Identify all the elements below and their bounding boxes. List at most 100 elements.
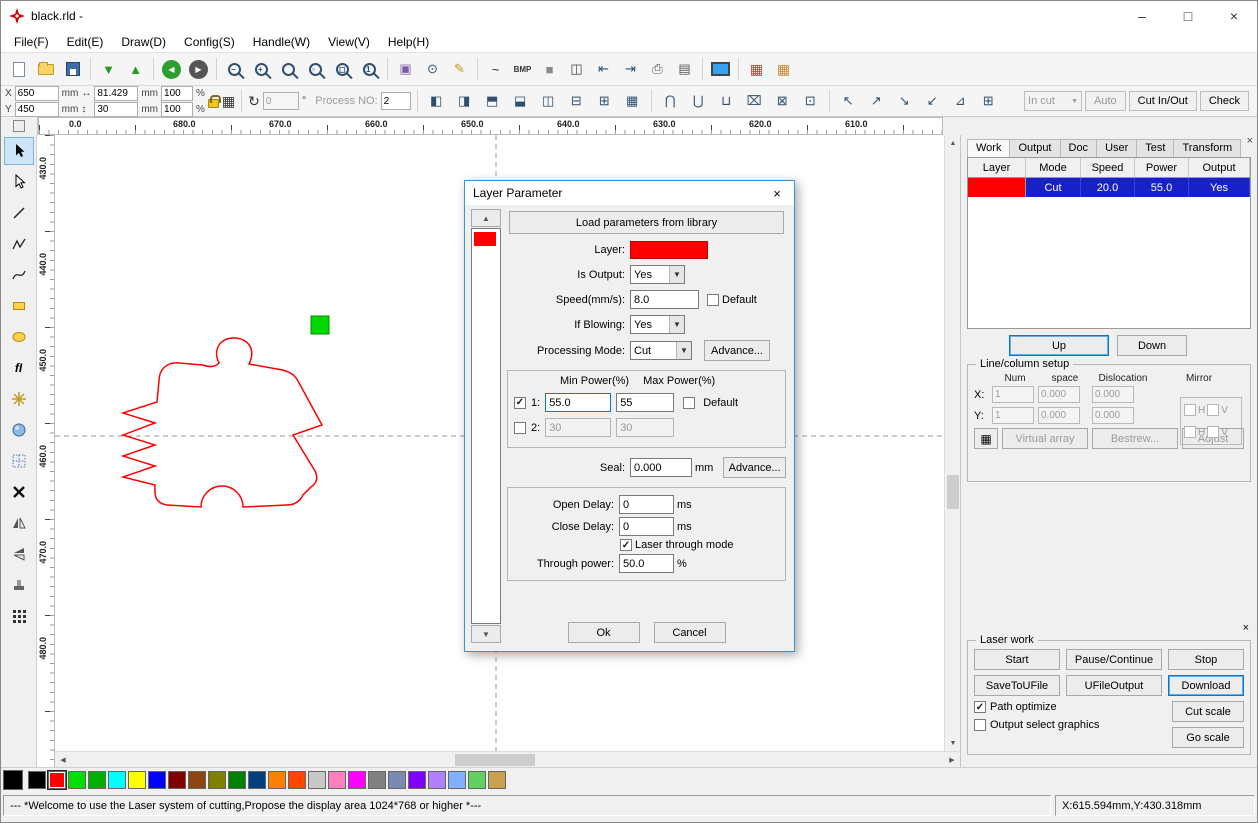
tab-transform[interactable]: Transform: [1173, 139, 1241, 157]
ellipse-tool-button[interactable]: [5, 324, 33, 350]
menu-draw[interactable]: Draw(D): [112, 35, 175, 49]
polyline-tool-button[interactable]: [5, 231, 33, 257]
palette-swatch[interactable]: [88, 771, 106, 789]
layer-color-swatch[interactable]: [968, 178, 1026, 197]
align-top-button[interactable]: ⬒: [480, 89, 505, 114]
save-button[interactable]: [60, 57, 85, 82]
palette-swatch[interactable]: [208, 771, 226, 789]
curve-tool-button[interactable]: ~: [483, 57, 508, 82]
path-optimize-checkbox[interactable]: ✓: [974, 701, 986, 713]
cut-in-out-button[interactable]: Cut In/Out: [1129, 91, 1197, 111]
palette-swatch[interactable]: [368, 771, 386, 789]
palette-swatch[interactable]: [388, 771, 406, 789]
output-select-checkbox[interactable]: [974, 719, 986, 731]
auto-button[interactable]: Auto: [1085, 91, 1126, 111]
direction-down-left-button[interactable]: ↙: [920, 89, 945, 114]
ufile-output-button[interactable]: UFileOutput: [1066, 675, 1162, 696]
palette-swatch-selected[interactable]: [48, 771, 66, 789]
line-tool-button[interactable]: [5, 200, 33, 226]
layer-down-button[interactable]: Down: [1117, 335, 1187, 356]
max-power-1-field[interactable]: [616, 393, 674, 412]
tab-doc[interactable]: Doc: [1060, 139, 1098, 157]
palette-swatch[interactable]: [308, 771, 326, 789]
height-field[interactable]: [94, 102, 138, 117]
palette-swatch[interactable]: [248, 771, 266, 789]
layer-output-cell[interactable]: Yes: [1189, 178, 1250, 197]
mirror-x-v-checkbox[interactable]: [1207, 404, 1219, 416]
horizontal-scroll-thumb[interactable]: [455, 754, 535, 766]
break-button[interactable]: ⊡: [798, 89, 823, 114]
rectangle-tool-button[interactable]: [5, 293, 33, 319]
maximize-button[interactable]: □: [1165, 1, 1211, 31]
measure-left-button[interactable]: ⇤: [591, 57, 616, 82]
layer-list-up-button[interactable]: ▲: [471, 209, 501, 227]
load-parameters-button[interactable]: Load parameters from library: [509, 211, 784, 234]
fill-tool-button[interactable]: ■: [537, 57, 562, 82]
new-file-button[interactable]: [6, 57, 31, 82]
scale-x-field[interactable]: [161, 86, 193, 101]
process-no-field[interactable]: [381, 92, 411, 110]
palette-swatch[interactable]: [268, 771, 286, 789]
max-power-2-field[interactable]: [616, 418, 674, 437]
distribute-v-button[interactable]: ▦: [620, 89, 645, 114]
x-position-field[interactable]: [15, 86, 59, 101]
layer-list[interactable]: [471, 228, 501, 624]
dialog-close-icon[interactable]: ×: [760, 181, 794, 205]
array-setup-button[interactable]: ▦: [974, 428, 998, 449]
mirror-y-h-checkbox[interactable]: [1184, 426, 1196, 438]
processing-mode-combo[interactable]: Cut ▼: [630, 341, 692, 360]
y-position-field[interactable]: [15, 102, 59, 117]
zoom-in-button[interactable]: +: [249, 57, 274, 82]
aspect-lock-icon[interactable]: [208, 99, 219, 108]
width-field[interactable]: [94, 86, 138, 101]
minimize-button[interactable]: –: [1119, 1, 1165, 31]
virtual-array-button[interactable]: Virtual array: [1002, 428, 1088, 449]
scroll-left-icon[interactable]: ◀: [55, 752, 71, 768]
go-scale-button[interactable]: Go scale: [1172, 727, 1244, 748]
delete-tool-button[interactable]: [5, 479, 33, 505]
layer-speed-cell[interactable]: 20.0: [1081, 178, 1135, 197]
direction-up-right-button[interactable]: ↗: [864, 89, 889, 114]
rotate-angle-field[interactable]: [263, 92, 299, 110]
panel-close-icon[interactable]: ×: [1247, 135, 1253, 147]
speed-default-checkbox[interactable]: [707, 294, 719, 306]
power-row1-checkbox[interactable]: ✓: [514, 397, 526, 409]
start-button[interactable]: Start: [974, 649, 1060, 670]
y-dislocation-field[interactable]: [1092, 407, 1134, 424]
menu-file[interactable]: File(F): [5, 35, 58, 49]
primary-color-swatch[interactable]: [3, 770, 23, 790]
seal-field[interactable]: [630, 458, 692, 477]
min-power-1-field[interactable]: [545, 393, 611, 412]
laser-through-checkbox[interactable]: ✓: [620, 539, 632, 551]
zoom-window-button[interactable]: [276, 57, 301, 82]
align-center-v-button[interactable]: ⊟: [564, 89, 589, 114]
text-tool-button[interactable]: fI: [5, 355, 33, 381]
is-output-combo[interactable]: Yes ▼: [630, 265, 685, 284]
print-button[interactable]: ⎙: [645, 57, 670, 82]
menu-view[interactable]: View(V): [319, 35, 379, 49]
export-button[interactable]: ▲: [123, 57, 148, 82]
curve-smooth-button[interactable]: ⊿: [948, 89, 973, 114]
palette-swatch[interactable]: [188, 771, 206, 789]
cut-scale-button[interactable]: Cut scale: [1172, 701, 1244, 722]
palette-swatch[interactable]: [408, 771, 426, 789]
if-blowing-combo[interactable]: Yes ▼: [630, 315, 685, 334]
distribute-h-button[interactable]: ⊞: [592, 89, 617, 114]
close-button[interactable]: ×: [1211, 1, 1257, 31]
laser-panel-close-icon[interactable]: ×: [967, 622, 1251, 634]
import-button[interactable]: ▼: [96, 57, 121, 82]
palette-swatch[interactable]: [68, 771, 86, 789]
zoom-all-button[interactable]: ◻: [330, 57, 355, 82]
menu-handle[interactable]: Handle(W): [244, 35, 319, 49]
layer-list-swatch[interactable]: [474, 232, 496, 246]
rotate-tool-button[interactable]: ⊙: [420, 57, 445, 82]
tab-user[interactable]: User: [1096, 139, 1137, 157]
grid-tool-button[interactable]: [5, 448, 33, 474]
palette-swatch[interactable]: [428, 771, 446, 789]
trim-button[interactable]: ⋃: [686, 89, 711, 114]
bmp-tool-button[interactable]: BMP: [510, 57, 535, 82]
curve-tool-button[interactable]: [5, 262, 33, 288]
align-right-button[interactable]: ◨: [452, 89, 477, 114]
combine-button[interactable]: ⊠: [770, 89, 795, 114]
layer-mode-cell[interactable]: Cut: [1026, 178, 1081, 197]
